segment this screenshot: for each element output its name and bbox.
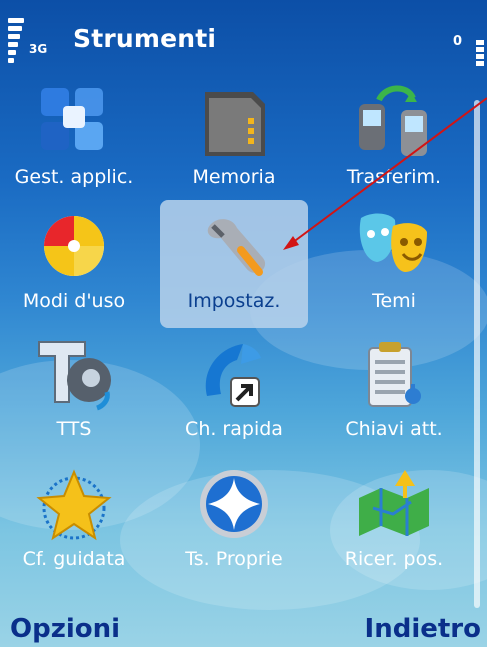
grid-item-label: Modi d'uso bbox=[22, 290, 126, 312]
phone-screen: 3G Strumenti 0 Gest. applic. Memoria Trasf… bbox=[0, 0, 487, 647]
status-indicator: 0 bbox=[453, 34, 463, 49]
grid-item-cf-guidata[interactable]: Cf. guidata bbox=[0, 458, 148, 586]
speed-dial-icon bbox=[193, 334, 275, 414]
tts-icon bbox=[33, 334, 115, 414]
status-title-bar: 3G Strumenti 0 bbox=[0, 0, 487, 82]
transfer-phones-icon bbox=[353, 82, 435, 162]
grid-item-label: Memoria bbox=[192, 166, 276, 188]
grid-item-label: Trasferim. bbox=[346, 166, 442, 188]
page-title: Strumenti bbox=[73, 24, 217, 53]
scrollbar-thumb[interactable] bbox=[474, 100, 480, 608]
softkey-bar: Opzioni Indietro bbox=[0, 608, 487, 647]
guided-setup-star-icon bbox=[33, 464, 115, 544]
grid-item-gest-applic[interactable]: Gest. applic. bbox=[0, 76, 148, 204]
grid-item-temi[interactable]: Temi bbox=[320, 200, 468, 328]
grid-item-label: Impostaz. bbox=[187, 290, 281, 312]
grid-item-tts[interactable]: TTS bbox=[0, 328, 148, 456]
grid-item-memoria[interactable]: Memoria bbox=[160, 76, 308, 204]
grid-item-ch-rapida[interactable]: Ch. rapida bbox=[160, 328, 308, 456]
app-manager-icon bbox=[33, 82, 115, 162]
grid-item-label: Gest. applic. bbox=[14, 166, 134, 188]
signal-strength-icon bbox=[8, 18, 24, 64]
settings-wrench-icon bbox=[193, 206, 275, 286]
grid-item-label: Ch. rapida bbox=[185, 418, 283, 440]
own-key-icon bbox=[193, 464, 275, 544]
positioning-map-icon bbox=[353, 464, 435, 544]
grid-item-trasferim[interactable]: Trasferim. bbox=[320, 76, 468, 204]
grid-item-ricer-pos[interactable]: Ricer. pos. bbox=[320, 458, 468, 586]
grid-item-label: Temi bbox=[372, 290, 416, 312]
grid-item-modi-d-uso[interactable]: Modi d'uso bbox=[0, 200, 148, 328]
grid-item-label: Chiavi att. bbox=[345, 418, 443, 440]
profiles-icon bbox=[33, 206, 115, 286]
back-softkey[interactable]: Indietro bbox=[365, 614, 481, 644]
grid-item-chiavi-att[interactable]: Chiavi att. bbox=[320, 328, 468, 456]
memory-card-icon bbox=[193, 82, 275, 162]
theme-masks-icon bbox=[353, 206, 435, 286]
grid-item-impostaz[interactable]: Impostaz. bbox=[160, 200, 308, 328]
network-type-label: 3G bbox=[29, 42, 48, 56]
grid-item-label: Cf. guidata bbox=[22, 548, 126, 570]
grid-item-label: TTS bbox=[56, 418, 92, 440]
battery-level-icon bbox=[476, 40, 484, 68]
options-softkey[interactable]: Opzioni bbox=[10, 614, 120, 644]
grid-item-label: Ts. Proprie bbox=[185, 548, 283, 570]
activation-keys-icon bbox=[353, 334, 435, 414]
grid-item-label: Ricer. pos. bbox=[344, 548, 444, 570]
grid-item-ts-proprie[interactable]: Ts. Proprie bbox=[160, 458, 308, 586]
